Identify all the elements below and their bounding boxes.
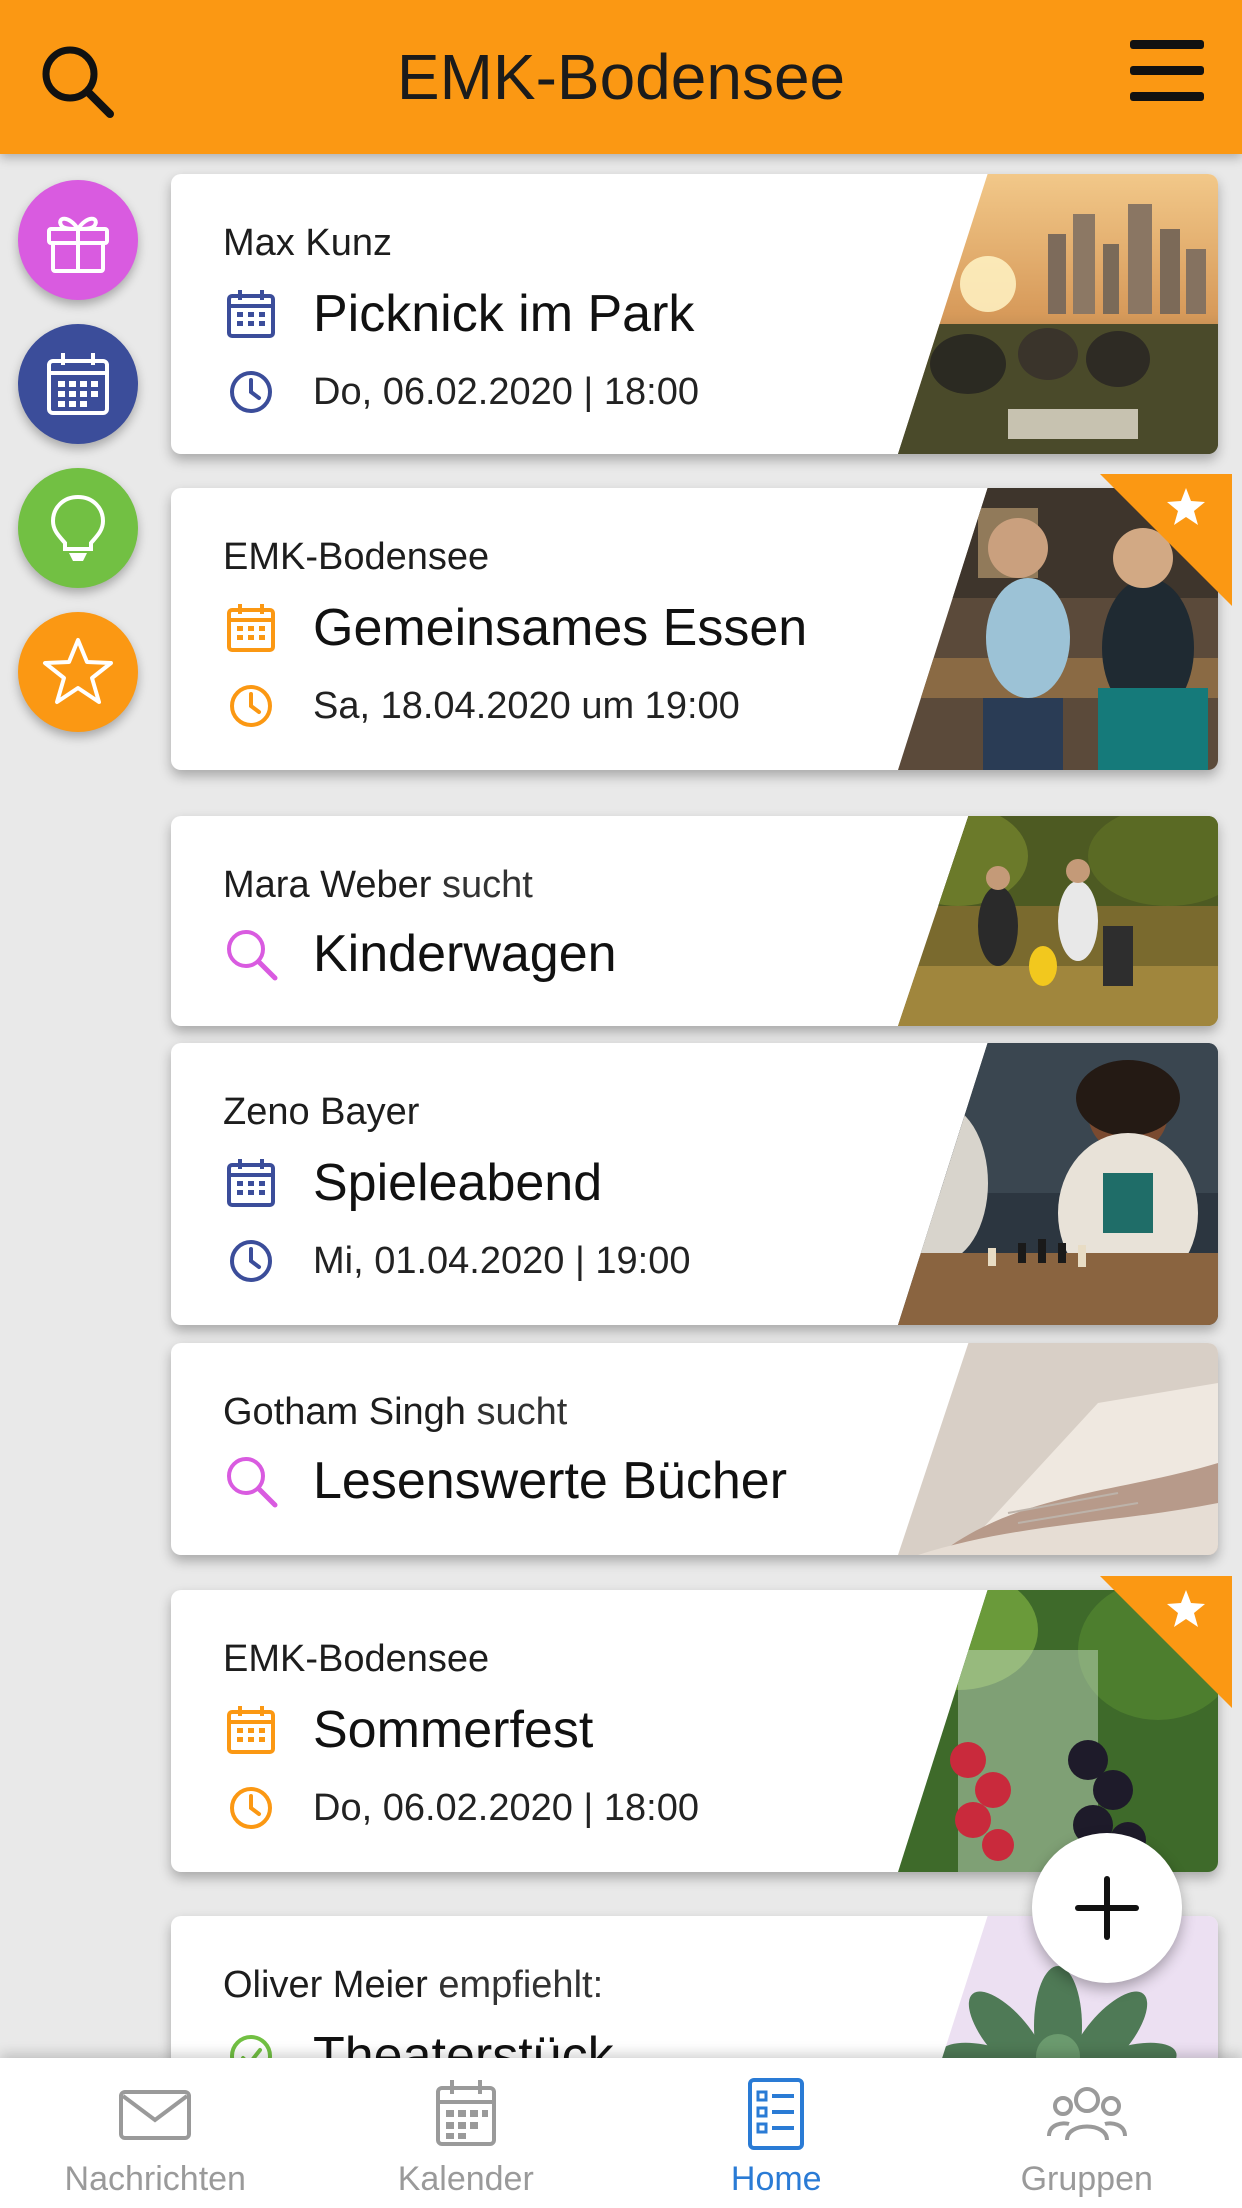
card-author: Gotham Singh sucht [223, 1391, 567, 1434]
menu-button[interactable] [1130, 36, 1204, 106]
family-park-photo [898, 816, 1218, 1026]
author-action: empfiehlt: [438, 1964, 604, 2006]
filter-favorites-button[interactable] [18, 612, 138, 732]
hamburger-menu-icon [1130, 40, 1204, 101]
card-date: Sa, 18.04.2020 um 19:00 [313, 684, 740, 727]
card-title: Spieleabend [313, 1154, 603, 1212]
card-title: Gemeinsames Essen [313, 599, 808, 657]
card-author: Max Kunz [223, 222, 392, 265]
star-icon [43, 638, 113, 704]
calendar-icon [47, 353, 109, 415]
clock-icon [223, 1233, 279, 1289]
nav-label: Gruppen [1020, 2160, 1153, 2198]
nav-label: Home [730, 2160, 822, 2198]
calendar-icon [426, 2078, 506, 2150]
feed-card-event[interactable]: Max Kunz Picknick im Park Do, 06.02.2020… [171, 174, 1218, 454]
filter-gift-button[interactable] [18, 180, 138, 300]
add-button[interactable] [1032, 1833, 1182, 1983]
search-icon [223, 926, 279, 982]
filter-idea-button[interactable] [18, 468, 138, 588]
feed-card-event[interactable]: Zeno Bayer Spieleabend Mi, 01.04.2020 | … [171, 1043, 1218, 1325]
clock-icon [223, 1780, 279, 1836]
nav-item-nachrichten[interactable]: Nachrichten [0, 2058, 311, 2208]
app-header: EMK-Bodensee [0, 0, 1242, 154]
author-name: EMK-Bodensee [223, 1638, 490, 1680]
card-title-row: Picknick im Park [223, 284, 694, 344]
featured-star-badge [1100, 474, 1232, 606]
nav-item-gruppen[interactable]: Gruppen [932, 2058, 1242, 2208]
bottom-navigation: Nachrichten Kalender Home Gruppen [0, 2058, 1242, 2208]
card-date: Mi, 01.04.2020 | 19:00 [313, 1239, 691, 1282]
nav-label: Kalender [397, 2160, 534, 2198]
calendar-icon [223, 600, 279, 656]
recommendation-icon [223, 2028, 279, 2058]
card-title: Picknick im Park [313, 285, 695, 343]
filter-calendar-button[interactable] [18, 324, 138, 444]
author-name: Mara Weber [223, 864, 432, 906]
author-name: Oliver Meier [223, 1964, 428, 2006]
gift-icon [47, 216, 109, 273]
chess-photo [898, 1043, 1218, 1325]
author-action: sucht [441, 864, 533, 906]
picnic-photo [898, 174, 1218, 454]
search-icon [223, 1453, 279, 1509]
card-author: Zeno Bayer [223, 1091, 419, 1134]
card-title: Lesenswerte Bücher [313, 1452, 788, 1510]
featured-star-badge [1100, 1576, 1232, 1708]
card-date-row: Mi, 01.04.2020 | 19:00 [223, 1233, 690, 1289]
author-name: Zeno Bayer [223, 1091, 420, 1133]
card-date: Do, 06.02.2020 | 18:00 [313, 370, 699, 413]
calendar-icon [223, 1702, 279, 1758]
lightbulb-icon [50, 494, 106, 561]
list-icon [736, 2078, 816, 2150]
card-author: EMK-Bodensee [223, 536, 489, 579]
group-icon [1046, 2078, 1127, 2150]
author-name: EMK-Bodensee [223, 536, 490, 578]
feed-card-search[interactable]: Mara Weber sucht Kinderwagen [171, 816, 1218, 1026]
nav-item-home[interactable]: Home [621, 2058, 932, 2208]
card-date-row: Do, 06.02.2020 | 18:00 [223, 1780, 699, 1836]
nav-label: Nachrichten [64, 2160, 246, 2198]
card-author: EMK-Bodensee [223, 1638, 489, 1681]
book-pages-photo [898, 1343, 1218, 1555]
card-title: Theaterstück [313, 2027, 614, 2058]
card-author: Mara Weber sucht [223, 864, 533, 907]
feed-list[interactable]: Max Kunz Picknick im Park Do, 06.02.2020… [0, 154, 1242, 2058]
card-date-row: Sa, 18.04.2020 um 19:00 [223, 678, 740, 734]
card-title-row: Gemeinsames Essen [223, 598, 807, 658]
author-action: sucht [476, 1391, 568, 1433]
author-name: Max Kunz [223, 222, 392, 264]
card-title: Sommerfest [313, 1701, 594, 1759]
card-author: Oliver Meier empfiehlt: [223, 1964, 603, 2007]
card-title-row: Kinderwagen [223, 924, 617, 984]
card-title-row: Lesenswerte Bücher [223, 1451, 787, 1511]
calendar-icon [223, 286, 279, 342]
card-title-row: Theaterstück [223, 2026, 614, 2058]
feed-card-search[interactable]: Gotham Singh sucht Lesenswerte Bücher [171, 1343, 1218, 1555]
feed-card-event[interactable]: EMK-Bodensee Sommerfest Do, 06.02.2020 |… [171, 1576, 1232, 1872]
card-date-row: Do, 06.02.2020 | 18:00 [223, 364, 699, 420]
clock-icon [223, 678, 279, 734]
card-title: Kinderwagen [313, 925, 617, 983]
feed-card-event[interactable]: EMK-Bodensee Gemeinsames Essen Sa, 18.04… [171, 474, 1232, 770]
clock-icon [223, 364, 279, 420]
calendar-icon [223, 1155, 279, 1211]
card-date: Do, 06.02.2020 | 18:00 [313, 1786, 699, 1829]
app-title: EMK-Bodensee [396, 41, 846, 113]
envelope-icon [115, 2078, 195, 2150]
author-name: Gotham Singh [223, 1391, 466, 1433]
nav-item-kalender[interactable]: Kalender [311, 2058, 622, 2208]
card-title-row: Spieleabend [223, 1153, 602, 1213]
plus-icon [1075, 1876, 1139, 1940]
card-title-row: Sommerfest [223, 1700, 593, 1760]
